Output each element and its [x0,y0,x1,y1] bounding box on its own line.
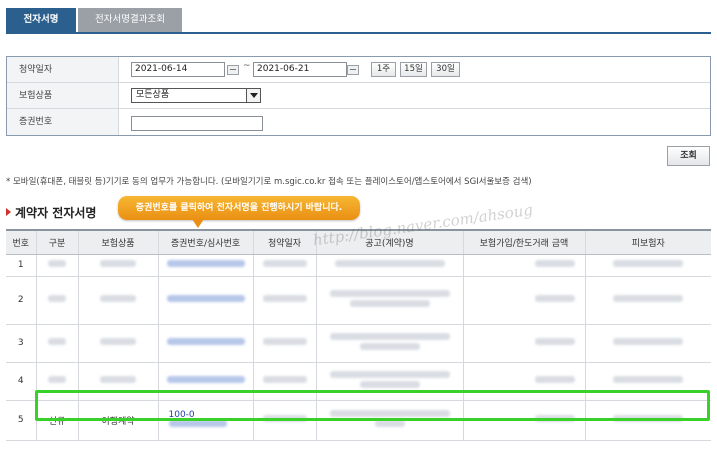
redacted-cell [585,362,711,401]
period-15days-button[interactable]: 15일 [400,62,427,77]
tab-bar: 전자서명 전자서명결과조회 [6,8,182,32]
redacted-cell [463,276,586,325]
bullet-arrow-icon [6,208,11,216]
policy-label: 증권번호 [7,109,119,135]
redacted-cell [36,254,79,277]
period-30days-button[interactable]: 30일 [431,62,460,77]
date-separator: ~ [243,61,251,71]
redacted-cell [463,254,586,277]
search-form: 청약일자 2021-06-14 ~ 2021-06-21 1주 15일 30일 … [6,56,711,136]
row-number: 1 [6,254,37,277]
mobile-notice: * 모바일(휴대폰, 태블릿 등)기기로 동의 업무가 가능합니다. (모바일기… [6,177,532,187]
redacted-cell [463,362,586,401]
section-title: 계약자 전자서명 [6,204,96,221]
col-header-application-date: 청약일자 [253,229,317,255]
redacted-cell [78,254,159,277]
date-row: 청약일자 2021-06-14 ~ 2021-06-21 1주 15일 30일 [7,57,710,83]
policy-number-link[interactable]: 100-0 [158,400,254,441]
date-to-input[interactable]: 2021-06-21 [253,62,347,77]
policy-link-redacted[interactable] [158,362,254,401]
col-header-number: 번호 [6,229,37,255]
section-title-text: 계약자 전자서명 [15,206,97,220]
tab-e-signature-results[interactable]: 전자서명결과조회 [78,8,182,32]
policy-row: 증권번호 [7,109,710,135]
redacted-cell [585,276,711,325]
policy-number-link-text[interactable]: 100-0 [169,410,195,420]
chevron-down-icon[interactable] [246,89,260,102]
tab-underline [6,32,711,34]
period-1week-button[interactable]: 1주 [371,62,396,77]
table-row: 4 [6,362,711,401]
col-header-amount: 보험가입/한도거래 금액 [463,229,586,255]
table-row: 2 [6,276,711,325]
policy-link-redacted[interactable] [158,324,254,363]
policy-number-input[interactable] [131,116,263,131]
redacted-cell [463,324,586,363]
row-product: 이행계약 [78,400,159,441]
instruction-tooltip: 증권번호를 클릭하여 전자서명을 진행하시기 바랍니다. [118,196,360,228]
calendar-icon[interactable] [347,65,359,75]
contract-table: 번호 구분 보험상품 증권번호/심사번호 청약일자 공고(계약)명 보험가입/한… [6,229,711,441]
col-header-product: 보험상품 [78,229,159,255]
search-button[interactable]: 조회 [667,146,710,166]
product-select[interactable]: 모든상품 [131,88,261,103]
redacted-cell [36,276,79,325]
redacted-cell [253,254,317,277]
tab-e-signature[interactable]: 전자서명 [6,8,76,32]
redacted-cell [36,324,79,363]
product-label: 보험상품 [7,83,119,108]
col-header-type: 구분 [36,229,79,255]
redacted-cell [585,400,711,441]
row-number: 2 [6,276,37,325]
date-label: 청약일자 [7,57,119,82]
row-number: 4 [6,362,37,401]
table-row: 3 [6,324,711,363]
date-from-input[interactable]: 2021-06-14 [131,62,225,77]
redacted-cell [316,276,464,325]
redacted-cell [78,362,159,401]
redacted-cell [253,400,317,441]
row-number: 5 [6,400,37,441]
redacted-cell [585,254,711,277]
product-select-value: 모든상품 [136,90,170,100]
redacted-cell [253,324,317,363]
redacted-cell [78,276,159,325]
redacted-cell [78,324,159,363]
col-header-insured: 피보험자 [585,229,711,255]
row-number: 3 [6,324,37,363]
redacted-cell [316,324,464,363]
table-row: 1 [6,254,711,277]
redacted-cell [253,276,317,325]
row-type: 신규 [36,400,79,441]
redacted-cell [463,400,586,441]
redacted-cell [316,400,464,441]
redacted-cell [585,324,711,363]
calendar-icon[interactable] [227,65,239,75]
col-header-policy-number: 증권번호/심사번호 [158,229,254,255]
redacted-cell [316,254,464,277]
redacted-cell [316,362,464,401]
redacted-cell [253,362,317,401]
policy-link-redacted[interactable] [158,276,254,325]
product-row: 보험상품 모든상품 [7,83,710,109]
policy-link-redacted[interactable] [158,254,254,277]
redacted-cell [36,362,79,401]
table-row: 5 신규 이행계약 100-0 [6,400,711,441]
